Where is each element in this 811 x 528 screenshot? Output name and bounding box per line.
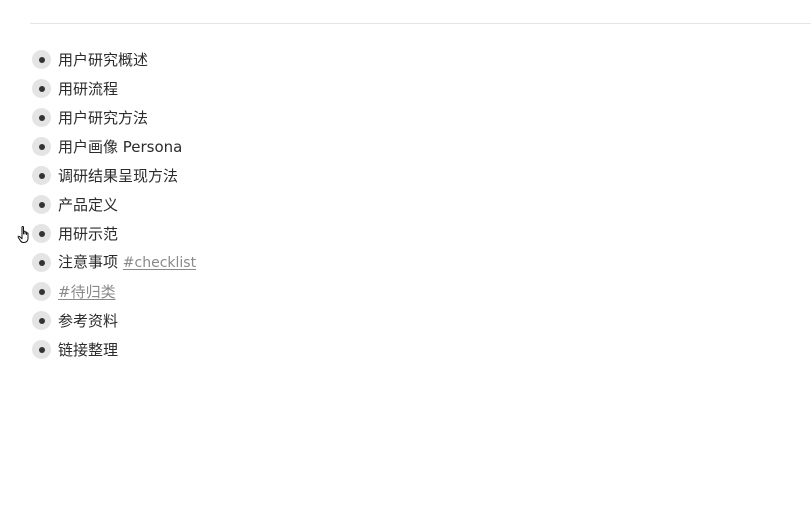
bullet-dot-icon [38,288,45,295]
bullet-dot-icon [38,85,45,92]
list-item[interactable]: 用户画像 Persona [32,132,196,161]
bullet-icon[interactable] [32,137,51,156]
outline-page: 用户研究概述 用研流程 用户研究方法 用户画像 Persona 调研结果呈现方法… [0,0,811,528]
tag-link[interactable]: #checklist [123,255,196,271]
bullet-icon[interactable] [32,166,51,185]
list-item[interactable]: 用研示范 [32,219,196,248]
list-item[interactable]: 用研流程 [32,74,196,103]
bullet-dot-icon [38,172,45,179]
item-label[interactable]: 用研示范 [58,224,118,244]
item-label[interactable]: 参考资料 [58,311,118,331]
bullet-icon[interactable] [32,50,51,69]
bullet-icon[interactable] [32,282,51,301]
bullet-icon[interactable] [32,311,51,330]
bullet-dot-icon [38,201,45,208]
tag-link[interactable]: #待归类 [58,283,116,301]
item-label[interactable]: 链接整理 [58,340,118,360]
item-label[interactable]: 用户画像 Persona [58,137,182,157]
list-item[interactable]: #待归类 [32,277,196,306]
bullet-dot-icon [38,259,45,266]
list-item[interactable]: 调研结果呈现方法 [32,161,196,190]
list-item[interactable]: 参考资料 [32,306,196,335]
list-item[interactable]: 用户研究概述 [32,45,196,74]
item-label[interactable]: 调研结果呈现方法 [58,166,178,186]
bullet-dot-icon [38,346,45,353]
bullet-dot-icon [38,230,45,237]
bullet-dot-icon [38,143,45,150]
item-label[interactable]: #待归类 [58,282,116,302]
item-label[interactable]: 用研流程 [58,79,118,99]
item-label[interactable]: 用户研究概述 [58,50,148,70]
hand-pointer-icon [17,226,29,243]
bullet-icon[interactable] [32,195,51,214]
bullet-dot-icon [38,114,45,121]
bullet-icon[interactable] [32,253,51,272]
outline-list: 用户研究概述 用研流程 用户研究方法 用户画像 Persona 调研结果呈现方法… [32,45,196,364]
top-divider [30,23,811,24]
bullet-icon[interactable] [32,224,51,243]
item-label[interactable]: 用户研究方法 [58,108,148,128]
item-label-text: 注意事项 [58,253,119,271]
bullet-icon[interactable] [32,79,51,98]
bullet-icon[interactable] [32,340,51,359]
bullet-dot-icon [38,317,45,324]
item-label[interactable]: 注意事项 #checklist [58,252,196,273]
bullet-dot-icon [38,56,45,63]
list-item[interactable]: 用户研究方法 [32,103,196,132]
bullet-icon[interactable] [32,108,51,127]
list-item[interactable]: 注意事项 #checklist [32,248,196,277]
item-label[interactable]: 产品定义 [58,195,118,215]
list-item[interactable]: 产品定义 [32,190,196,219]
list-item[interactable]: 链接整理 [32,335,196,364]
